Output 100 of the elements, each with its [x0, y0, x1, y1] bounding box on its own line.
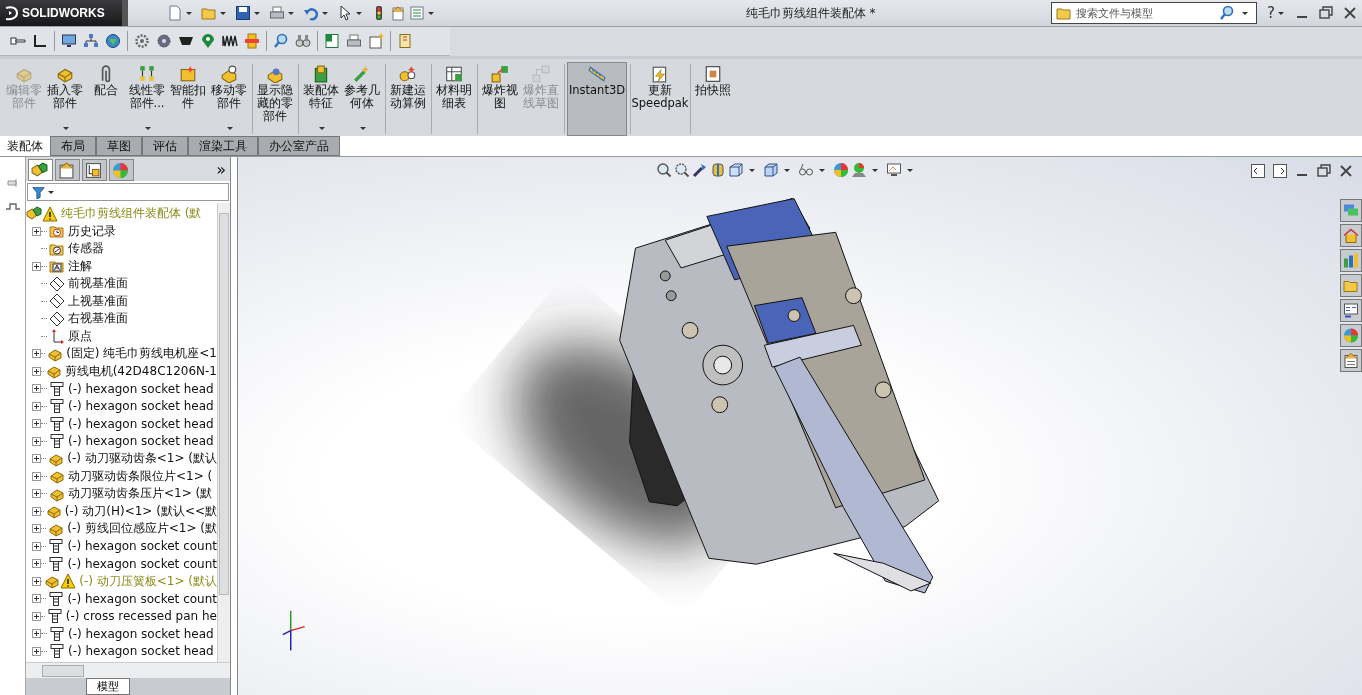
- caret-icon[interactable]: [356, 10, 362, 16]
- restore-icon[interactable]: [1318, 5, 1334, 21]
- horizontal-scrollbar[interactable]: [26, 662, 230, 678]
- tree-item[interactable]: 右视基准面: [68, 310, 128, 328]
- binoculars-icon[interactable]: [295, 33, 311, 49]
- tree-item[interactable]: 纯毛巾剪线组件装配体 (默: [61, 205, 202, 223]
- expand-icon[interactable]: [32, 489, 41, 499]
- expand-icon[interactable]: [32, 541, 41, 551]
- expand-icon[interactable]: [32, 384, 41, 394]
- caret-icon[interactable]: [145, 125, 151, 131]
- tree-item[interactable]: (-) hexagon socket count: [67, 591, 217, 606]
- view-palette-tab[interactable]: [1340, 299, 1362, 322]
- caret-icon[interactable]: [254, 10, 260, 16]
- tree-item[interactable]: 注解: [68, 257, 92, 275]
- tree-item[interactable]: 上视基准面: [68, 292, 128, 310]
- close-icon[interactable]: [1338, 163, 1354, 179]
- cog-icon[interactable]: [156, 33, 172, 49]
- caret-icon[interactable]: [322, 10, 328, 16]
- tree-item[interactable]: (-) 剪线回位感应片<1> (默: [67, 520, 217, 538]
- expand-icon[interactable]: [32, 261, 41, 271]
- spring-icon[interactable]: [222, 33, 238, 49]
- properties-tab[interactable]: [55, 159, 80, 181]
- ribbon-button[interactable]: 参考几何体: [342, 62, 382, 136]
- expand-icon[interactable]: [32, 559, 41, 569]
- expand-icon[interactable]: [32, 629, 41, 639]
- ribbon-button[interactable]: 新建运动算例: [388, 62, 428, 136]
- expand-icon[interactable]: [32, 419, 41, 429]
- caret-icon[interactable]: [749, 167, 755, 173]
- expand-icon[interactable]: [32, 226, 41, 236]
- ribbon-button[interactable]: 配合: [86, 62, 126, 136]
- book-icon[interactable]: [397, 33, 413, 49]
- caret-icon[interactable]: [288, 10, 294, 16]
- app-logo[interactable]: SOLIDWORKS: [0, 0, 128, 26]
- expand-icon[interactable]: [32, 349, 41, 359]
- tree-item[interactable]: (-) hexagon socket head: [68, 399, 214, 414]
- tab[interactable]: 草图: [96, 136, 142, 156]
- scrollbar[interactable]: [217, 203, 230, 662]
- caret-icon[interactable]: [220, 10, 226, 16]
- pointer-icon[interactable]: [337, 5, 353, 21]
- globe-icon[interactable]: [105, 33, 121, 49]
- caret-icon[interactable]: [186, 10, 192, 16]
- ribbon-button[interactable]: 更新Speedpak: [633, 62, 687, 136]
- close-icon[interactable]: [1342, 5, 1358, 21]
- ribbon-button[interactable]: 线性零部件...: [127, 62, 167, 136]
- caret-icon[interactable]: [784, 167, 790, 173]
- panel-collapse-handle[interactable]: [230, 157, 238, 695]
- spreadsheet-icon[interactable]: [324, 33, 340, 49]
- zoom-fit-icon[interactable]: [656, 162, 672, 178]
- tree-item[interactable]: (-) hexagon socket head: [68, 644, 214, 659]
- tree-item[interactable]: (-) hexagon socket head: [68, 434, 214, 449]
- library-tab[interactable]: [1340, 249, 1362, 272]
- caret-icon[interactable]: [872, 167, 878, 173]
- search-icon[interactable]: [1219, 5, 1236, 21]
- monitor-icon[interactable]: [61, 33, 77, 49]
- configuration-tab[interactable]: [82, 159, 107, 181]
- ribbon-button[interactable]: 装配体特征: [301, 62, 341, 136]
- caret-icon[interactable]: [360, 125, 366, 131]
- tree-item[interactable]: 原点: [68, 327, 92, 345]
- tab[interactable]: 模型: [86, 678, 130, 695]
- tree-item[interactable]: (-) 动刀(H)<1> (默认<<默: [64, 502, 217, 520]
- search-icon[interactable]: [273, 33, 289, 49]
- expand-icon[interactable]: [32, 506, 41, 516]
- tree-item[interactable]: 动刀驱动齿条压片<1> (默: [68, 485, 213, 503]
- expand-panel-button[interactable]: »: [216, 159, 226, 179]
- caret-icon[interactable]: [227, 125, 233, 131]
- home-tab[interactable]: [1340, 224, 1362, 247]
- tree-item[interactable]: 传感器: [68, 240, 104, 258]
- print-icon[interactable]: [346, 33, 362, 49]
- save-icon[interactable]: [235, 5, 251, 21]
- tab[interactable]: 评估: [142, 136, 188, 156]
- undo-icon[interactable]: [303, 5, 319, 21]
- tree-item[interactable]: (-) hexagon socket head: [68, 381, 214, 396]
- restore-icon[interactable]: [1316, 163, 1332, 179]
- caret-icon[interactable]: [819, 167, 825, 173]
- ribbon-button[interactable]: 智能扣件: [168, 62, 208, 136]
- settings-icon[interactable]: [134, 33, 150, 49]
- search-input[interactable]: 搜索文件与模型: [1076, 6, 1216, 20]
- expand-icon[interactable]: [32, 454, 41, 464]
- tree-item[interactable]: (-) hexagon socket head: [68, 416, 214, 431]
- ribbon-button[interactable]: 插入零部件: [45, 62, 85, 136]
- expand-icon[interactable]: [32, 576, 41, 586]
- expand-icon[interactable]: [32, 594, 41, 604]
- expand-icon[interactable]: [32, 471, 41, 481]
- tree-item[interactable]: 动刀驱动齿条限位片<1> (: [68, 467, 213, 485]
- assembly-tab[interactable]: [28, 159, 53, 181]
- chat-tab[interactable]: [1340, 199, 1362, 222]
- expand-icon[interactable]: [32, 401, 41, 411]
- tree-item[interactable]: 剪线电机(42D48C1206N-1: [64, 362, 217, 380]
- caret-icon[interactable]: [1278, 10, 1284, 16]
- print-icon[interactable]: [269, 5, 285, 21]
- tab[interactable]: 办公室产品: [258, 136, 340, 156]
- tile-left-icon[interactable]: [1250, 163, 1266, 179]
- help-button[interactable]: ?: [1267, 4, 1275, 22]
- tree-item[interactable]: (-) hexagon socket head: [68, 626, 214, 641]
- ribbon-button[interactable]: 材料明细表: [434, 62, 474, 136]
- expand-icon[interactable]: [32, 366, 41, 376]
- tab[interactable]: 渲染工具: [188, 136, 258, 156]
- tile-right-icon[interactable]: [1272, 163, 1288, 179]
- tree-item[interactable]: (-) hexagon socket count: [67, 556, 217, 571]
- caret-icon[interactable]: [319, 125, 325, 131]
